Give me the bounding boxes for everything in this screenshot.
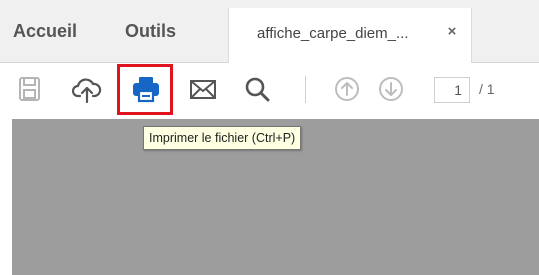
search-icon: [245, 77, 270, 102]
tab-bar: Accueil Outils affiche_carpe_diem_... ×: [0, 0, 539, 63]
print-icon: [133, 77, 159, 103]
upload-cloud-button[interactable]: [72, 75, 102, 103]
close-tab-icon[interactable]: ×: [444, 23, 460, 41]
next-page-button[interactable]: [377, 75, 405, 103]
print-tooltip: Imprimer le fichier (Ctrl+P): [143, 126, 302, 150]
arrow-down-circle-icon: [379, 77, 403, 101]
email-button[interactable]: [188, 75, 216, 103]
cloud-upload-icon: [72, 78, 102, 103]
mail-icon: [190, 80, 216, 99]
search-button[interactable]: [243, 75, 271, 103]
arrow-up-circle-icon: [335, 77, 359, 101]
toolbar-divider: [305, 76, 306, 103]
document-tab-title: affiche_carpe_diem_...: [257, 25, 409, 42]
toolbar: / 1: [0, 63, 539, 119]
tab-tools[interactable]: Outils: [125, 20, 176, 42]
save-icon: [19, 77, 40, 101]
tab-home[interactable]: Accueil: [13, 20, 77, 42]
tab-document[interactable]: affiche_carpe_diem_... ×: [228, 8, 472, 63]
page-total-label: / 1: [479, 81, 495, 97]
print-button[interactable]: [131, 75, 159, 103]
left-panel-edge: [0, 119, 12, 275]
save-button[interactable]: [17, 75, 45, 103]
page-number-input[interactable]: [434, 77, 470, 103]
acrobat-window: Accueil Outils affiche_carpe_diem_... ×: [0, 0, 539, 275]
previous-page-button[interactable]: [333, 75, 361, 103]
